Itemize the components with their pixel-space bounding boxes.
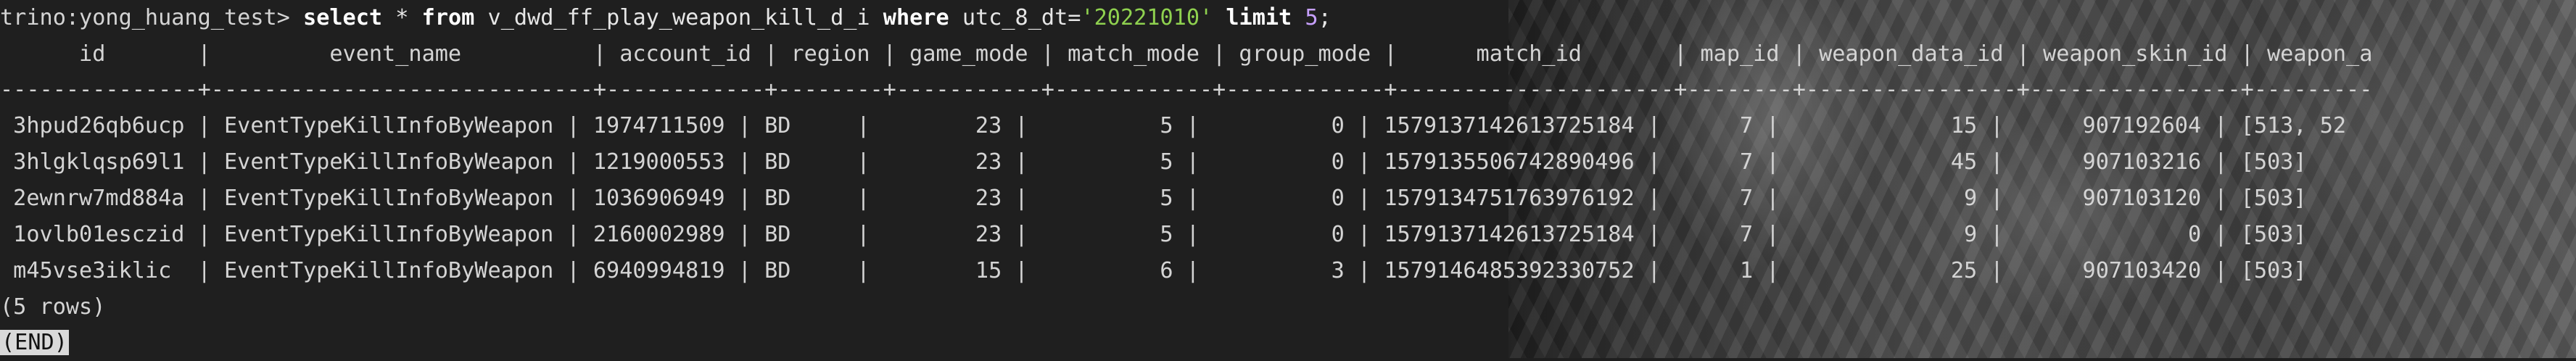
row-count: (5 rows): [0, 294, 106, 320]
pager-end-badge: (END): [0, 330, 69, 355]
pager-status: (END): [0, 325, 69, 361]
keyword-where: where: [883, 5, 949, 30]
keyword-select: select: [303, 5, 383, 30]
result-header: id | event_name | account_id | region | …: [0, 41, 2373, 67]
result-row: 3hpud26qb6ucp | EventTypeKillInfoByWeapo…: [0, 113, 2347, 138]
shell-prompt: trino:yong_huang_test>: [0, 5, 290, 30]
keyword-from: from: [421, 5, 475, 30]
result-separator: ---------------+------------------------…: [0, 77, 2373, 102]
query-date-literal: '20221010': [1081, 5, 1213, 30]
query-condition: utc_8_dt=: [962, 5, 1081, 30]
command-line: trino:yong_huang_test> select * from v_d…: [0, 0, 1332, 36]
result-row: 2ewnrw7md884a | EventTypeKillInfoByWeapo…: [0, 186, 2307, 211]
result-row: 1ovlb01esczid | EventTypeKillInfoByWeapo…: [0, 222, 2307, 247]
terminal-window[interactable]: trino:yong_huang_test> select * from v_d…: [0, 0, 2576, 358]
query-terminator: ;: [1318, 5, 1332, 30]
keyword-limit: limit: [1226, 5, 1292, 30]
query-table: v_dwd_ff_play_weapon_kill_d_i: [487, 5, 870, 30]
result-row: m45vse3iklic | EventTypeKillInfoByWeapon…: [0, 258, 2307, 283]
query-star: *: [395, 5, 409, 30]
query-limit-value: 5: [1305, 5, 1318, 30]
result-row: 3hlgklqsp69l1 | EventTypeKillInfoByWeapo…: [0, 149, 2307, 175]
